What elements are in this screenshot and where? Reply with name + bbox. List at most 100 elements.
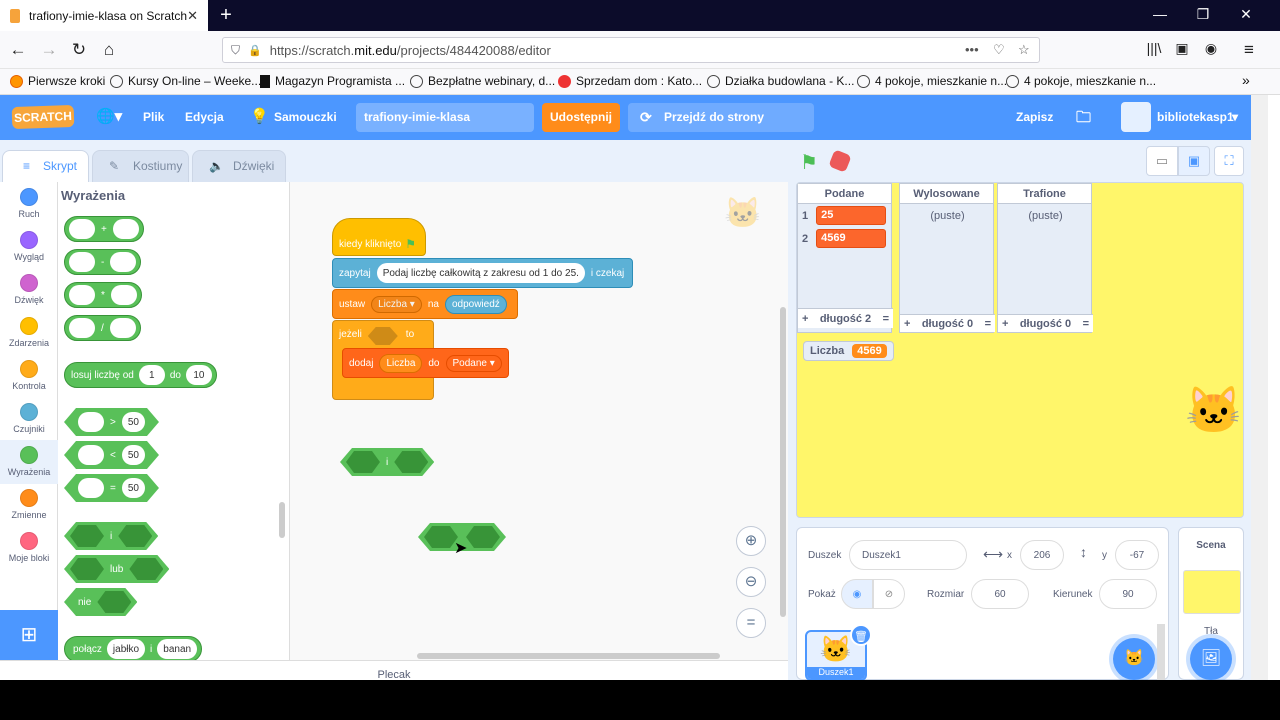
list-monitor-wylosowane[interactable]: Wylosowane (puste) + długość 0 = xyxy=(899,183,995,333)
variable-reporter[interactable]: Liczba xyxy=(379,353,423,373)
url-bar[interactable]: ⛉ 🔒 https://scratch. mit.edu/projects/484… xyxy=(222,37,1040,63)
workspace-vertical-scrollbar[interactable] xyxy=(780,307,786,617)
loose-and-block[interactable]: i xyxy=(340,448,434,476)
category-looks[interactable]: Wygląd xyxy=(0,231,58,262)
script-workspace[interactable]: 🐱 kiedy kliknięto ⚑ zapytaj Podaj liczbę… xyxy=(290,182,788,660)
bookmark-item[interactable]: Sprzedam dom : Kato... xyxy=(558,74,702,88)
if-condition-slot[interactable] xyxy=(368,327,398,345)
file-menu[interactable]: Plik xyxy=(143,110,164,124)
scratch-logo[interactable]: SCRATCH xyxy=(11,104,75,130)
ask-and-wait-block[interactable]: zapytaj Podaj liczbę całkowitą z zakresu… xyxy=(332,258,633,288)
choose-backdrop-button[interactable]: 🖼 xyxy=(1190,638,1232,680)
bookmark-item[interactable]: 4 pokoje, mieszkanie n... xyxy=(1006,74,1156,88)
and-block[interactable]: i xyxy=(64,522,158,550)
tab-costumes[interactable]: ✎ Kostiumy xyxy=(92,150,189,183)
list-monitor-trafione[interactable]: Trafione (puste) + długość 0 = xyxy=(997,183,1093,333)
language-globe-icon[interactable]: 🌐▾ xyxy=(96,107,122,125)
when-flag-clicked-block[interactable]: kiedy kliknięto ⚑ xyxy=(332,218,426,256)
delete-sprite-icon[interactable]: 🗑 xyxy=(850,624,872,646)
normal-stage-icon[interactable]: ▣ xyxy=(1178,146,1210,176)
zoom-in-icon[interactable]: ⊕ xyxy=(736,526,766,556)
bookmark-item[interactable]: 4 pokoje, mieszkanie n... xyxy=(857,74,1007,88)
set-variable-block[interactable]: ustaw Liczba ▾ na odpowiedź xyxy=(332,289,518,319)
back-icon[interactable]: ← xyxy=(7,40,29,60)
equals-block[interactable]: = 50 xyxy=(64,474,159,502)
variable-dropdown[interactable]: Liczba ▾ xyxy=(371,295,422,313)
bookmark-item[interactable]: Działka budowlana - K... xyxy=(707,74,854,88)
add-block[interactable]: + xyxy=(64,216,144,242)
tab-code[interactable]: ≡ Skrypt xyxy=(2,150,89,183)
forward-icon[interactable]: → xyxy=(38,40,60,60)
restore-icon[interactable]: ❐ xyxy=(1188,6,1218,23)
bookmark-item[interactable]: Pierwsze kroki xyxy=(10,74,105,88)
y-position-input[interactable]: -67 xyxy=(1115,540,1159,570)
bookmark-item[interactable]: Magazyn Programista ... xyxy=(260,74,405,88)
list-row[interactable]: 2 4569 xyxy=(802,229,887,248)
category-events[interactable]: Zdarzenia xyxy=(0,317,58,348)
show-eye-icon[interactable]: ◉ xyxy=(841,579,873,609)
fullscreen-icon[interactable]: ⛶ xyxy=(1214,146,1244,176)
sprite-name-input[interactable]: Duszek1 xyxy=(849,540,967,570)
bookmark-item[interactable]: Bezpłatne webinary, d... xyxy=(410,74,555,88)
page-scrollbar[interactable] xyxy=(1251,95,1268,680)
stop-icon[interactable] xyxy=(828,149,852,173)
workspace-horizontal-scrollbar[interactable] xyxy=(417,653,720,659)
see-project-page-button[interactable]: ⟳ Przejdź do strony projektu xyxy=(628,103,814,153)
account-icon[interactable]: ◉ xyxy=(1200,40,1222,57)
account-dropdown-icon[interactable]: ▾ xyxy=(1232,110,1238,124)
home-icon[interactable]: ⌂ xyxy=(98,40,120,60)
pocket-icon[interactable]: ♡ xyxy=(993,42,1005,58)
close-tab-icon[interactable]: ✕ xyxy=(187,8,198,24)
size-input[interactable]: 60 xyxy=(971,579,1029,609)
stage[interactable]: Podane 1 25 2 4569 + długość 2 = Wylosowane … xyxy=(796,182,1244,518)
multiply-block[interactable]: * xyxy=(64,282,142,308)
small-stage-icon[interactable]: ▭ xyxy=(1146,146,1178,176)
not-block[interactable]: nie xyxy=(64,588,137,616)
tab-sounds[interactable]: 🔈 Dźwięki xyxy=(192,150,286,183)
hide-eye-icon[interactable]: ⊘ xyxy=(873,579,905,609)
avatar[interactable] xyxy=(1121,102,1151,132)
add-extension-button[interactable]: ⊞ xyxy=(0,610,58,660)
join-block[interactable]: połącz jabłko i banan xyxy=(64,636,203,660)
add-to-list-block[interactable]: dodaj Liczba do Podane ▾ xyxy=(342,348,509,378)
choose-sprite-button[interactable]: 🐱 xyxy=(1113,638,1155,680)
edit-menu[interactable]: Edycja xyxy=(185,110,224,124)
my-stuff-folder-icon[interactable]: 🗀 xyxy=(1076,107,1091,132)
category-sensing[interactable]: Czujniki xyxy=(0,403,58,434)
greater-than-block[interactable]: >50 xyxy=(64,408,159,436)
less-than-block[interactable]: <50 xyxy=(64,441,159,469)
cat-sprite[interactable]: 🐱 xyxy=(1185,383,1242,438)
add-item-icon[interactable]: + xyxy=(1002,318,1008,330)
add-item-icon[interactable]: + xyxy=(802,313,808,325)
zoom-reset-icon[interactable]: = xyxy=(736,608,766,638)
category-sound[interactable]: Dźwięk xyxy=(0,274,58,305)
new-tab-button[interactable]: + xyxy=(214,4,238,26)
add-item-icon[interactable]: + xyxy=(904,318,910,330)
category-variables[interactable]: Zmienne xyxy=(0,489,58,520)
x-position-input[interactable]: 206 xyxy=(1020,540,1064,570)
library-icon[interactable]: |||\ xyxy=(1143,40,1165,56)
or-block[interactable]: lub xyxy=(64,555,169,583)
answer-reporter[interactable]: odpowiedź xyxy=(444,294,507,314)
more-icon[interactable]: ••• xyxy=(965,42,979,57)
green-flag-icon[interactable]: ⚑ xyxy=(800,150,818,175)
list-dropdown[interactable]: Podane ▾ xyxy=(445,354,502,372)
share-button[interactable]: Udostępnij xyxy=(542,103,620,132)
menu-icon[interactable]: ≡ xyxy=(1238,40,1260,60)
bookmark-item[interactable]: Kursy On-line – Weeke... xyxy=(110,74,261,88)
username[interactable]: bibliotekasp1 xyxy=(1157,110,1234,124)
browser-tab[interactable]: trafiony-imie-klasa on Scratch ✕ xyxy=(0,0,208,31)
sidebar-icon[interactable]: ▣ xyxy=(1171,40,1193,57)
minimize-icon[interactable]: — xyxy=(1145,6,1175,22)
save-button[interactable]: Zapisz xyxy=(1016,110,1053,124)
stage-thumbnail[interactable] xyxy=(1183,570,1241,614)
more-bookmarks-icon[interactable]: » xyxy=(1242,72,1250,88)
category-operators[interactable]: Wyrażenia xyxy=(0,440,58,484)
direction-input[interactable]: 90 xyxy=(1099,579,1157,609)
category-motion[interactable]: Ruch xyxy=(0,188,58,219)
stage-selector[interactable]: Scena Tła 🖼 xyxy=(1178,527,1244,680)
list-row[interactable]: 1 25 xyxy=(802,206,887,225)
tutorials-menu[interactable]: Samouczki xyxy=(274,110,337,124)
variable-monitor[interactable]: Liczba 4569 xyxy=(803,341,894,361)
bookmark-star-icon[interactable]: ☆ xyxy=(1018,42,1030,58)
